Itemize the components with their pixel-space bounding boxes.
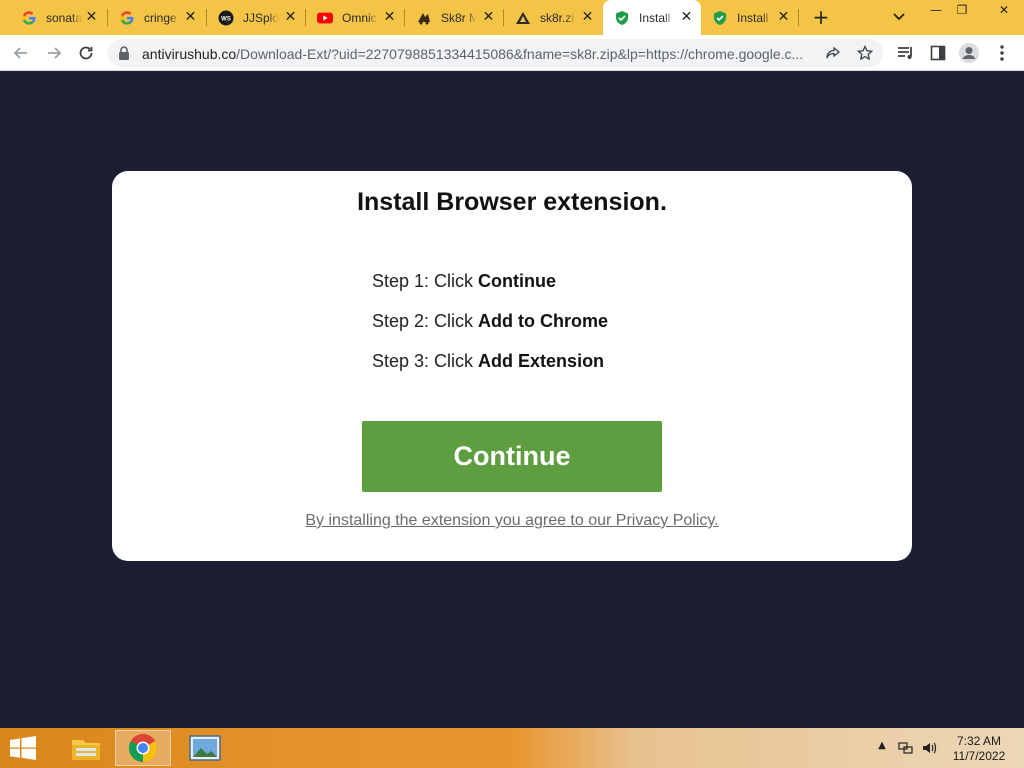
url-text[interactable]: antivirushub.co/Download-Ext/?uid=227079… [142,46,822,62]
profile-avatar-icon[interactable] [958,42,980,64]
close-icon[interactable]: ✕ [679,10,694,25]
tab-title: Sk8r M [441,10,477,25]
lock-icon[interactable] [118,46,130,65]
youtube-icon [317,10,333,26]
close-icon[interactable]: ✕ [776,10,791,25]
file-explorer-icon[interactable] [58,730,114,766]
close-icon[interactable]: ✕ [183,10,198,25]
bookmark-star-icon[interactable] [855,43,875,63]
step-3: Step 3: Click Add Extension [372,349,608,389]
close-icon[interactable]: ✕ [481,10,496,25]
network-icon[interactable] [898,740,914,756]
tab-title: Install [737,10,769,25]
tab-search-icon[interactable] [890,8,908,26]
sk8r-zip-icon [515,10,531,26]
reading-list-icon[interactable] [895,42,917,64]
tab-title: cringe [144,10,177,25]
forward-arrow-icon [48,47,62,59]
continue-button[interactable]: Continue [362,421,662,492]
close-icon[interactable]: ✕ [382,10,397,25]
close-icon[interactable]: ✕ [84,10,99,25]
tab-install[interactable]: Install ✕ [701,0,798,35]
window-close-icon[interactable]: ✕ [986,0,1022,22]
system-clock[interactable]: 7:32 AM 11/7/2022 [946,734,1012,764]
shield-icon [614,10,630,26]
photos-app-icon[interactable] [177,730,233,766]
url-host: antivirushub.co [142,46,237,62]
windows-start-icon[interactable] [8,736,40,762]
tab-separator [798,9,799,26]
volume-icon[interactable] [921,740,937,756]
tab-cringe[interactable]: cringe ✕ [108,0,205,35]
tab-title: Omnic [342,10,377,25]
chrome-taskbar-icon[interactable] [115,730,171,766]
restore-icon[interactable]: ❐ [946,0,978,22]
side-panel-icon[interactable] [927,42,949,64]
jjsploit-icon: WS [218,10,234,26]
tab-install-active[interactable]: Install ✕ [603,0,701,35]
tab-omnic[interactable]: Omnic ✕ [306,0,404,35]
step-1: Step 1: Click Continue [372,269,608,309]
steps-list: Step 1: Click Continue Step 2: Click Add… [372,269,608,389]
forward-button[interactable] [41,40,67,66]
tab-sonata[interactable]: sonata ✕ [10,0,106,35]
share-icon[interactable] [823,43,843,63]
tab-strip: sonata ✕ cringe ✕ WS JJSploit ✕ Omnic ✕ … [0,0,1024,35]
clock-date: 11/7/2022 [952,749,1006,763]
sk8r-icon [416,10,432,26]
browser-toolbar: antivirushub.co/Download-Ext/?uid=227079… [0,35,1024,71]
google-icon [21,10,37,26]
tab-title: sk8r.zi [540,10,575,25]
back-button[interactable] [8,40,34,66]
svg-text:WS: WS [221,16,231,22]
windows-taskbar: ▲ 7:32 AM 11/7/2022 [0,728,1024,768]
clock-time: 7:32 AM [956,734,1002,748]
close-icon[interactable]: ✕ [580,10,595,25]
step-prefix: Step 3: Click [372,351,479,371]
step-2: Step 2: Click Add to Chrome [372,309,608,349]
back-arrow-icon [13,47,27,59]
step-action: Add Extension [478,351,605,371]
shield-icon [712,10,728,26]
step-action: Continue [478,271,557,291]
install-card: Install Browser extension. Step 1: Click… [112,171,912,561]
step-action: Add to Chrome [478,311,609,331]
step-prefix: Step 2: Click [372,311,479,331]
menu-kebab-icon[interactable] [991,42,1013,64]
tab-sk8r-zip[interactable]: sk8r.zi ✕ [504,0,602,35]
url-path: /Download-Ext/?uid=2270798851334415086&f… [236,46,804,62]
show-hidden-icons-icon[interactable]: ▲ [874,740,890,756]
privacy-policy-link[interactable]: By installing the extension you agree to… [112,512,912,530]
step-prefix: Step 1: Click [372,271,479,291]
address-bar[interactable]: antivirushub.co/Download-Ext/?uid=227079… [107,39,883,67]
tab-title: Install [639,10,671,25]
page-title: Install Browser extension. [357,188,667,216]
google-icon [119,10,135,26]
reload-button[interactable] [73,40,99,66]
tab-jjsploit[interactable]: WS JJSploit ✕ [207,0,305,35]
tab-title: JJSploit [243,10,279,25]
reload-icon [79,46,93,60]
tab-title: sonata [46,10,82,25]
new-tab-button[interactable]: + [810,6,832,28]
close-icon[interactable]: ✕ [283,10,298,25]
tab-sk8r-m[interactable]: Sk8r M ✕ [405,0,503,35]
